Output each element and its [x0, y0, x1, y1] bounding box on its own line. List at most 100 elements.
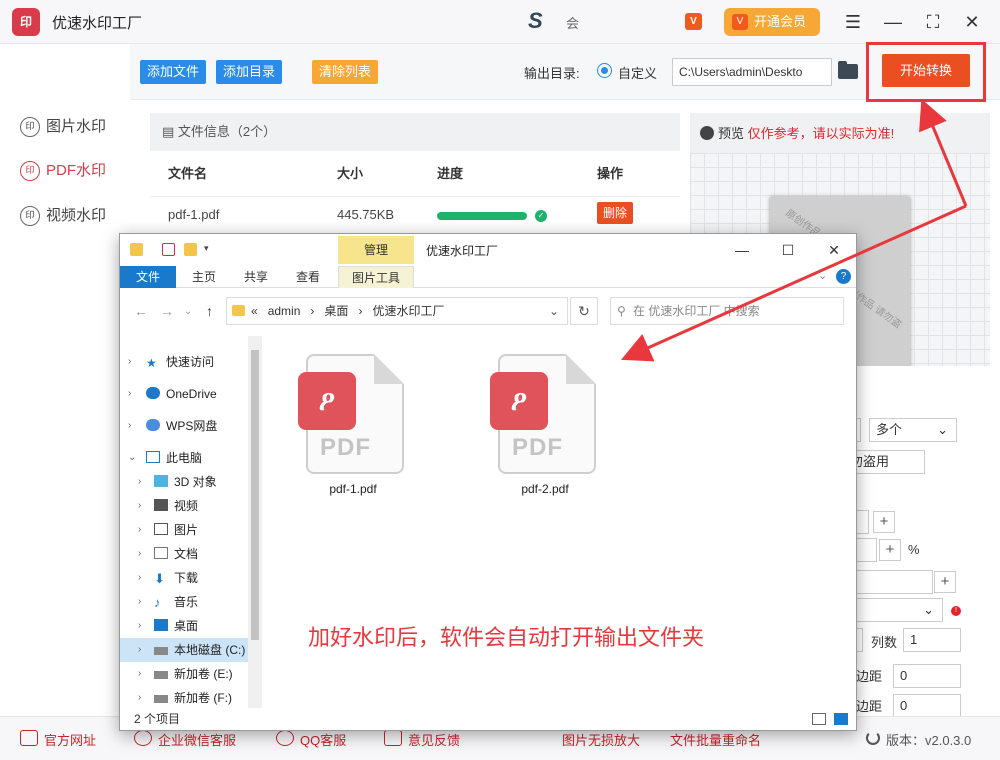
- tree-scrollbar[interactable]: [248, 336, 262, 708]
- image-upscale-link[interactable]: 图片无损放大: [538, 730, 640, 749]
- ribbon-tabs: 文件 主页 共享 查看 图片工具 ⌄ ?: [120, 266, 856, 288]
- up-icon[interactable]: ↑: [206, 303, 213, 319]
- watermark-icon: 印: [20, 117, 40, 137]
- minimize-icon[interactable]: —: [730, 238, 754, 262]
- close-icon[interactable]: ✕: [822, 238, 846, 262]
- plus-icon[interactable]: +: [934, 571, 956, 593]
- cloud-icon: [146, 419, 160, 431]
- chevron-down-icon[interactable]: ▾: [204, 243, 217, 256]
- delete-button[interactable]: 删除: [597, 202, 634, 224]
- vip-button[interactable]: V 开通会员: [724, 8, 820, 36]
- folder-icon: [130, 243, 143, 256]
- file-info-icon: ▤: [162, 124, 178, 139]
- add-directory-button[interactable]: 添加目录: [216, 60, 283, 84]
- chevron-down-icon[interactable]: ⌄: [818, 269, 827, 282]
- cols-field[interactable]: 1: [903, 628, 961, 652]
- minimize-icon[interactable]: —: [881, 10, 905, 34]
- back-icon[interactable]: ←: [134, 303, 148, 319]
- vmargin-field[interactable]: 0: [893, 694, 961, 718]
- custom-radio[interactable]: [597, 63, 612, 78]
- tab-manage[interactable]: 管理: [338, 236, 414, 264]
- tree-item-3d[interactable]: 3D 对象: [154, 472, 217, 492]
- chevron-down-icon: ⌄: [923, 602, 934, 617]
- sidebar-item-video-watermark[interactable]: 印视频水印: [20, 203, 106, 229]
- tree-item-wps[interactable]: WPS网盘: [146, 416, 217, 436]
- tree-item-documents[interactable]: 文档: [154, 544, 198, 564]
- folder-icon[interactable]: [838, 61, 858, 79]
- tree-item-onedrive[interactable]: OneDrive: [146, 384, 217, 404]
- address-bar[interactable]: « admin › 桌面 › 优速水印工厂 ⌄: [226, 297, 568, 325]
- tab-home[interactable]: 主页: [184, 266, 224, 288]
- tree-item-videos[interactable]: 视频: [154, 496, 198, 516]
- help-icon[interactable]: ?: [836, 269, 851, 284]
- tree-item-this-pc[interactable]: 此电脑: [146, 448, 202, 468]
- chevron-down-icon[interactable]: ⌄: [549, 298, 559, 324]
- maximize-icon[interactable]: ⛶: [921, 10, 945, 34]
- file-size: 445.75KB: [337, 207, 395, 222]
- feedback-link[interactable]: 意见反馈: [384, 730, 460, 749]
- tab-view[interactable]: 查看: [288, 266, 328, 288]
- tree-item-drive-f[interactable]: 新加卷 (F:): [154, 688, 232, 708]
- breadcrumb[interactable]: admin: [268, 304, 301, 318]
- official-site-link[interactable]: 官方网址: [20, 730, 96, 749]
- large-icons-view-icon[interactable]: [834, 713, 848, 725]
- column-progress: 进度: [437, 166, 464, 181]
- version-label[interactable]: 版本：v2.0.3.0: [866, 730, 971, 749]
- forward-icon[interactable]: →: [160, 303, 174, 319]
- search-input[interactable]: ⚲ 在 优速水印工厂 中搜索: [610, 297, 844, 325]
- sidebar-item-pdf-watermark[interactable]: 印 PDF水印: [20, 158, 106, 184]
- chevron-down-icon: ⌄: [937, 422, 948, 437]
- tree-item-pictures[interactable]: 图片: [154, 520, 198, 540]
- file-item-pdf-1[interactable]: ዖ PDF pdf-1.pdf: [298, 346, 408, 496]
- vip-badge-icon[interactable]: V: [685, 13, 702, 30]
- breadcrumb[interactable]: 桌面: [324, 304, 348, 318]
- close-icon[interactable]: ✕: [960, 10, 984, 34]
- watermark-icon: 印: [20, 206, 40, 226]
- pdf-logo-icon: ዖ: [298, 372, 356, 430]
- new-folder-icon[interactable]: [184, 243, 197, 256]
- tab-share[interactable]: 共享: [236, 266, 276, 288]
- desktop-icon: [154, 619, 168, 631]
- breadcrumb[interactable]: 优速水印工厂: [372, 304, 444, 318]
- plus-icon[interactable]: +: [873, 511, 895, 533]
- search-icon: ⚲: [617, 304, 626, 318]
- hmargin-field[interactable]: 0: [893, 664, 961, 688]
- sidebar-item-image-watermark[interactable]: 印图片水印: [20, 114, 106, 140]
- item-count: 2 个项目: [134, 712, 181, 726]
- tab-picture-tools[interactable]: 图片工具: [338, 266, 414, 288]
- tree-item-music[interactable]: ♪ 音乐: [154, 592, 198, 612]
- table-row: pdf-1.pdf 445.75KB ✓ 删除: [150, 196, 680, 232]
- file-item-pdf-2[interactable]: ዖ PDF pdf-2.pdf: [490, 346, 600, 496]
- scrollbar-thumb[interactable]: [251, 350, 259, 640]
- recent-chevron-icon[interactable]: ⌄: [184, 306, 192, 317]
- status-bar: 2 个项目: [120, 708, 856, 730]
- custom-radio-label[interactable]: 自定义: [618, 63, 657, 82]
- details-view-icon[interactable]: [812, 713, 826, 725]
- drive-icon: [154, 647, 168, 655]
- add-file-button[interactable]: 添加文件: [140, 60, 207, 84]
- count-select[interactable]: 多个 ⌄: [869, 418, 957, 442]
- menu-icon[interactable]: ☰: [841, 10, 865, 34]
- preview-note: 仅作参考，请以实际为准!: [747, 126, 895, 141]
- wechat-service-link[interactable]: 企业微信客服: [134, 730, 236, 749]
- file-name: pdf-2.pdf: [521, 482, 569, 496]
- plus-icon[interactable]: +: [879, 539, 901, 561]
- batch-rename-link[interactable]: 文件批量重命名: [646, 730, 761, 749]
- tree-item-drive-c[interactable]: 本地磁盘 (C:): [154, 640, 245, 660]
- tab-file[interactable]: 文件: [120, 266, 176, 288]
- refresh-icon[interactable]: ↻: [570, 297, 598, 325]
- tree-item-downloads[interactable]: ⬇ 下载: [154, 568, 198, 588]
- check-icon: ✓: [535, 210, 547, 222]
- clear-list-button[interactable]: 清除列表: [312, 60, 379, 84]
- tree-item-quick-access[interactable]: ★ 快速访问: [146, 352, 214, 372]
- member-link[interactable]: 会: [566, 13, 579, 32]
- file-name: pdf-1.pdf: [329, 482, 377, 496]
- explorer-title: 优速水印工厂: [426, 244, 499, 258]
- qq-service-link[interactable]: QQ客服: [276, 730, 346, 749]
- tree-item-drive-e[interactable]: 新加卷 (E:): [154, 664, 233, 684]
- tree-item-desktop[interactable]: 桌面: [154, 616, 198, 636]
- output-path-field[interactable]: C:\Users\admin\Deskto: [672, 58, 832, 86]
- position-select[interactable]: ⌄: [843, 598, 943, 622]
- maximize-icon[interactable]: ☐: [776, 238, 800, 262]
- properties-icon[interactable]: [162, 243, 175, 256]
